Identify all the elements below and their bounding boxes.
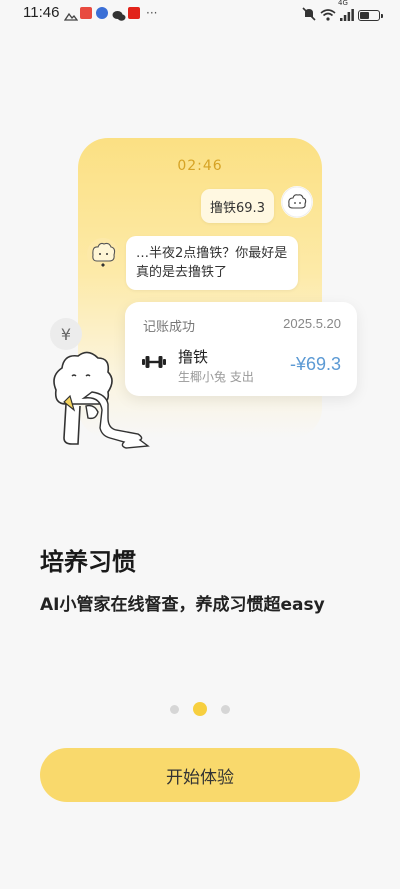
start-button[interactable]: 开始体验	[40, 748, 360, 802]
news-app-icon	[128, 7, 140, 19]
sheep-avatar-icon	[281, 186, 313, 218]
more-notifications-icon: ···	[146, 6, 158, 20]
record-success-card: 记账成功 2025.5.20 撸铁 生椰小兔 支出 -¥69.3	[125, 302, 357, 396]
page-dot	[221, 704, 230, 714]
phone-time: 02:46	[177, 158, 223, 174]
record-date: 2025.5.20	[283, 316, 341, 331]
page-title: 培养习惯	[40, 548, 136, 576]
user-avatar	[281, 186, 313, 218]
notification-icons: ···	[63, 6, 158, 21]
page-dot-active	[193, 702, 207, 716]
bot-avatar	[86, 237, 120, 271]
page-dot	[170, 704, 179, 714]
network-type: 4G	[338, 0, 348, 7]
status-right: 4G	[302, 0, 383, 25]
status-bar: 11:46 ··· 4G	[0, 0, 400, 26]
red-app-icon	[80, 7, 92, 19]
wechat-icon	[112, 7, 126, 21]
bot-message-bubble: …半夜2点撸铁？你最好是真的是去撸铁了	[126, 236, 298, 290]
signal-icon: 4G	[338, 0, 354, 25]
record-item-sub: 生椰小兔 支出	[178, 370, 254, 384]
mascot-illustration	[44, 346, 156, 460]
record-item-name: 撸铁	[178, 348, 209, 366]
status-time: 11:46	[23, 4, 60, 21]
record-amount: -¥69.3	[289, 354, 341, 374]
record-title: 记账成功	[143, 320, 196, 335]
music-icon	[96, 7, 108, 19]
battery-level	[360, 12, 369, 19]
wifi-icon	[320, 6, 336, 25]
mute-icon	[302, 6, 316, 25]
battery-icon	[358, 10, 383, 21]
page-indicator	[0, 702, 400, 716]
bunny-avatar-icon	[87, 238, 119, 270]
user-message-bubble: 撸铁69.3	[201, 189, 274, 223]
page-subtitle: AI小管家在线督查，养成习惯超easy	[40, 595, 325, 615]
photo-icon	[63, 7, 79, 21]
mascot-with-receipt-icon	[53, 351, 150, 449]
